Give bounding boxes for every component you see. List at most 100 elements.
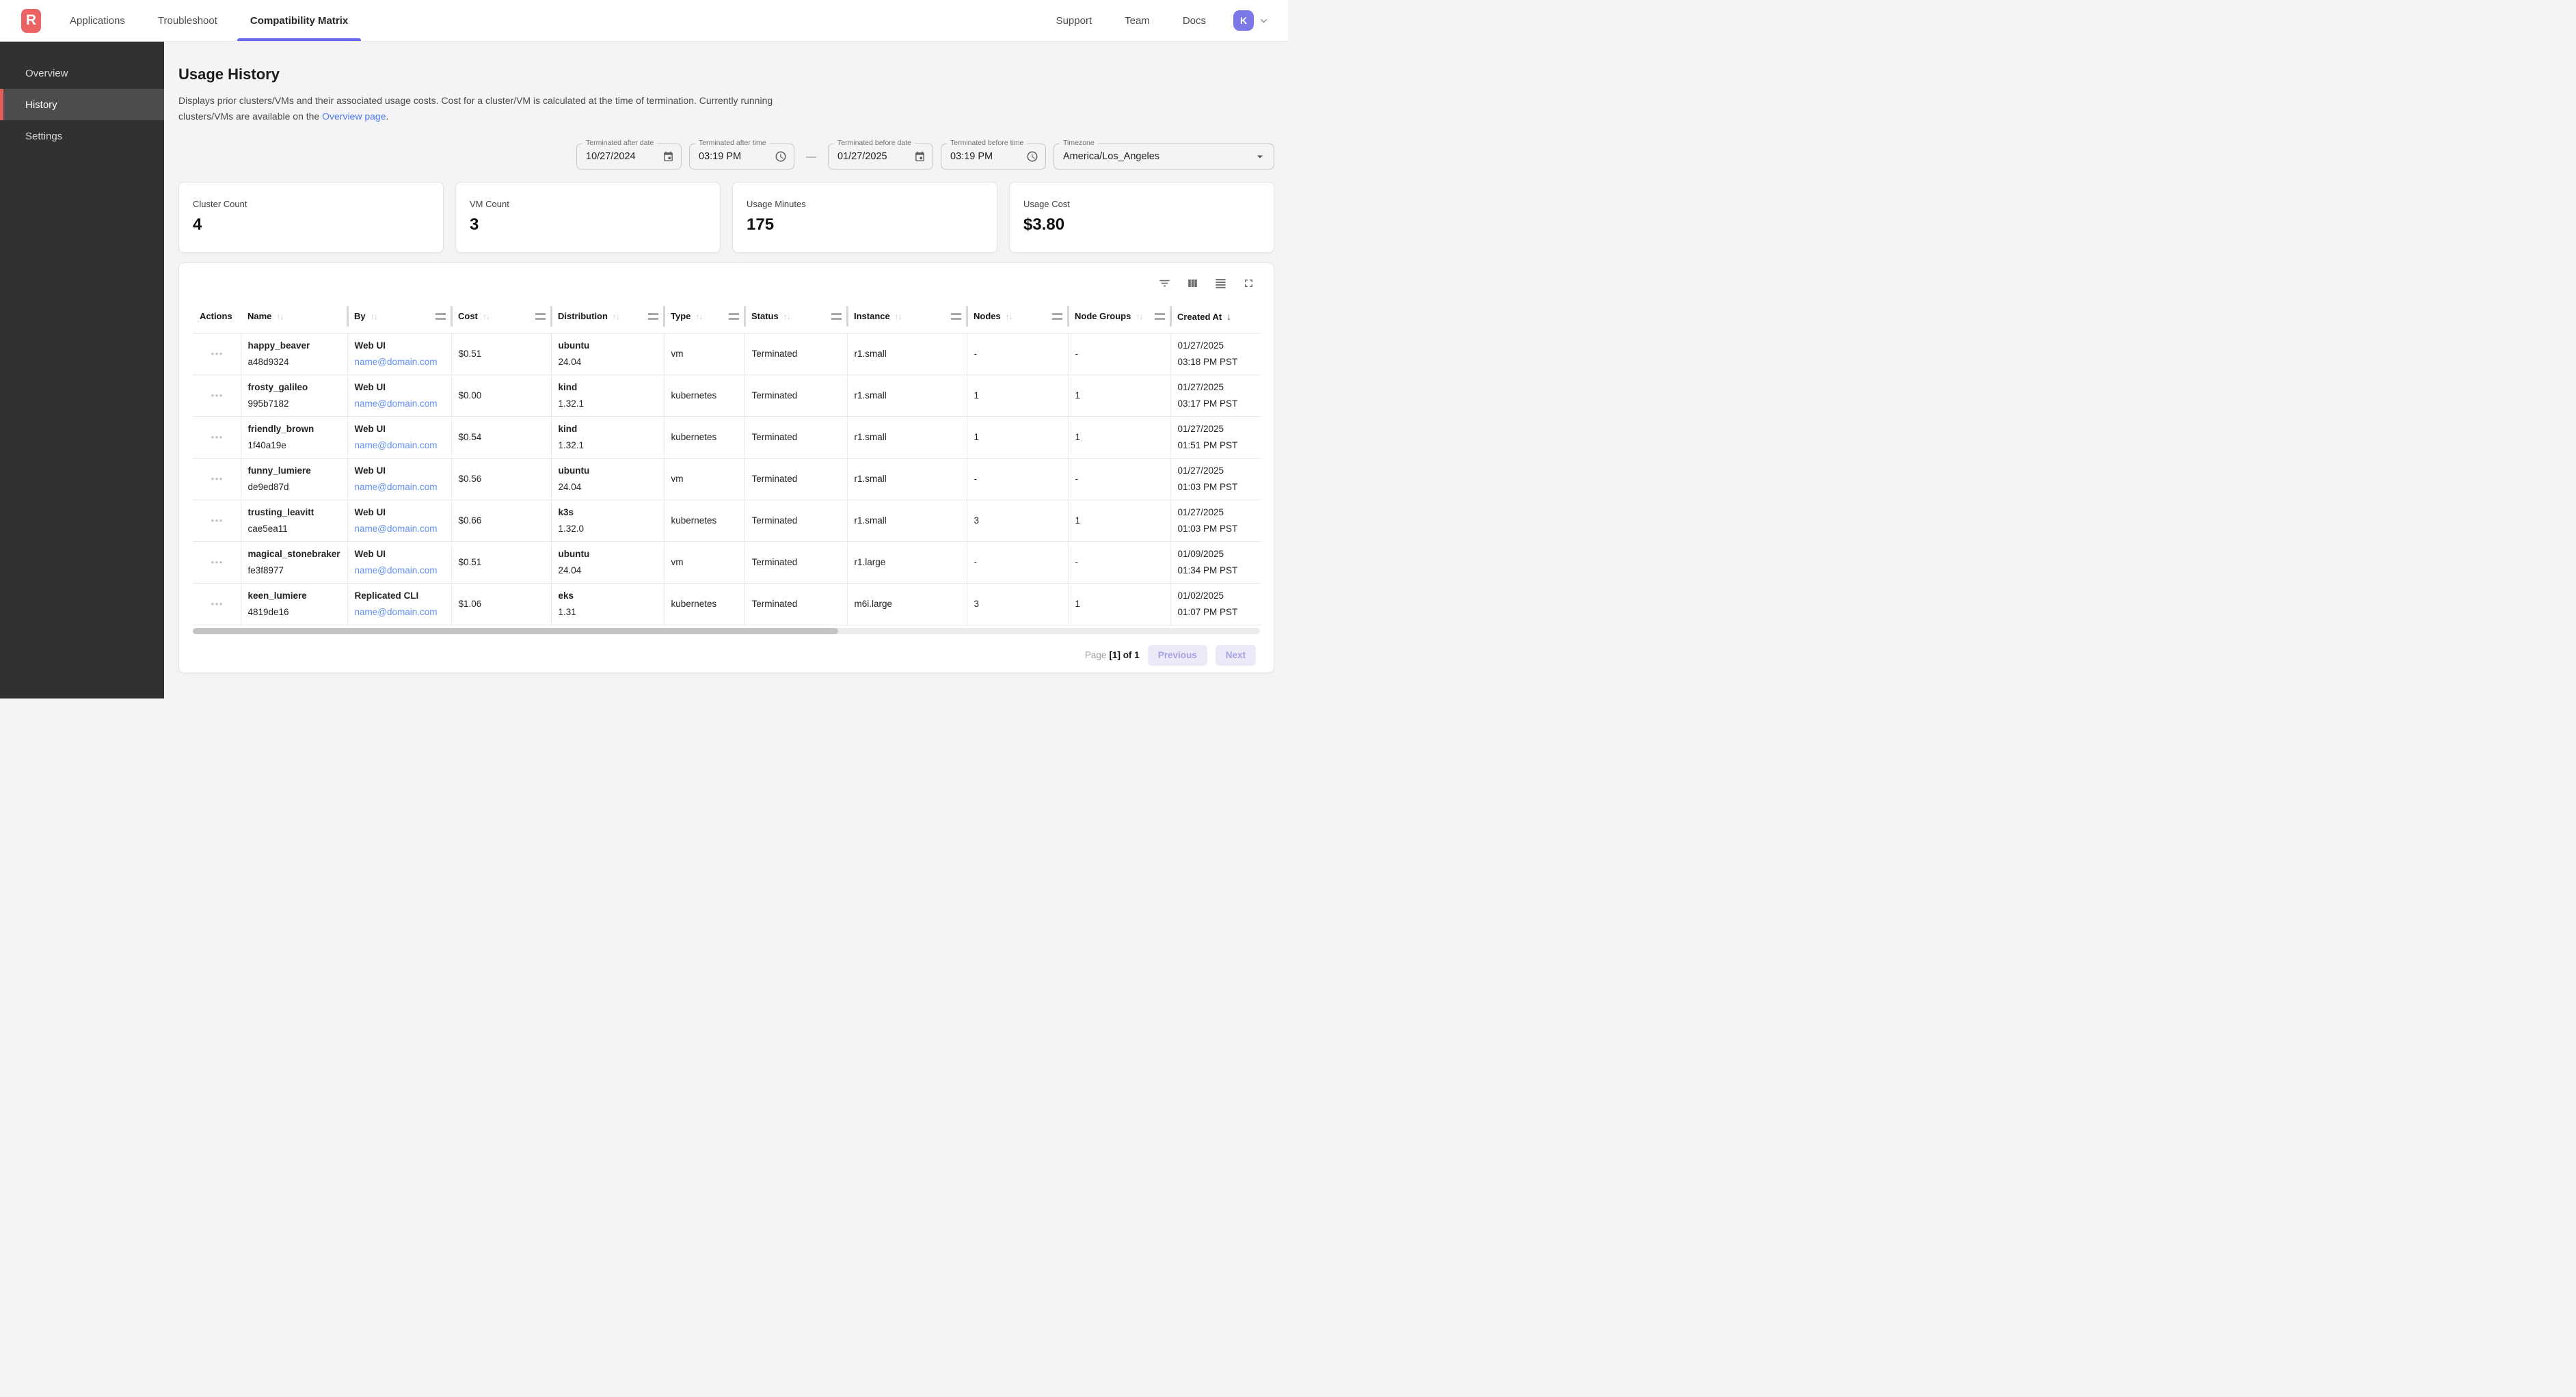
- nav-item-team[interactable]: Team: [1108, 0, 1166, 41]
- columns-icon[interactable]: [1186, 277, 1199, 290]
- column-resize-handle[interactable]: [1052, 313, 1062, 320]
- sort-icons[interactable]: ↑↓: [371, 312, 377, 321]
- nav-item-troubleshoot[interactable]: Troubleshoot: [142, 0, 234, 41]
- cell-line-2: cae5ea11: [248, 523, 342, 534]
- nav-item-docs[interactable]: Docs: [1166, 0, 1222, 41]
- cell-type: kubernetes: [664, 583, 744, 625]
- column-header-by[interactable]: By↑↓: [347, 300, 451, 333]
- row-actions-menu-icon[interactable]: •••: [200, 349, 235, 359]
- cell-node_groups: 1: [1068, 500, 1170, 541]
- row-actions-menu-icon[interactable]: •••: [200, 432, 235, 442]
- sort-desc-icon[interactable]: ↓: [1226, 311, 1231, 322]
- clock-icon[interactable]: [1026, 150, 1038, 163]
- calendar-icon[interactable]: [914, 151, 926, 163]
- sort-icons[interactable]: ↑↓: [483, 312, 489, 321]
- sort-icons[interactable]: ↑↓: [783, 312, 790, 321]
- column-resize-handle[interactable]: [435, 313, 446, 320]
- email-link[interactable]: name@domain.com: [355, 481, 446, 493]
- cell-line-1: 01/27/2025: [1178, 465, 1257, 476]
- sort-icons[interactable]: ↑↓: [276, 312, 283, 321]
- email-link[interactable]: name@domain.com: [355, 398, 446, 409]
- column-resize-handle[interactable]: [648, 313, 658, 320]
- cell-distribution: eks1.31: [551, 583, 664, 625]
- column-label: Actions: [200, 311, 232, 321]
- top-nav: R ApplicationsTroubleshootCompatibility …: [0, 0, 1288, 42]
- cell-status: Terminated: [744, 416, 847, 458]
- column-label: Instance: [854, 311, 890, 321]
- email-link[interactable]: name@domain.com: [355, 606, 446, 618]
- sidebar-item-overview[interactable]: Overview: [0, 57, 164, 89]
- filter-icon[interactable]: [1158, 277, 1171, 290]
- row-actions-menu-icon[interactable]: •••: [200, 557, 235, 567]
- cell-by: Web UIname@domain.com: [347, 416, 451, 458]
- email-link[interactable]: name@domain.com: [355, 439, 446, 451]
- email-link[interactable]: name@domain.com: [355, 523, 446, 534]
- cell-node_groups: 1: [1068, 375, 1170, 416]
- nav-item-compatibility-matrix[interactable]: Compatibility Matrix: [234, 0, 364, 41]
- nav-item-applications[interactable]: Applications: [53, 0, 142, 41]
- cell-type: kubernetes: [664, 500, 744, 541]
- sort-icons[interactable]: ↑↓: [1006, 312, 1012, 321]
- clock-icon[interactable]: [775, 150, 787, 163]
- stat-card-usage-minutes: Usage Minutes175: [732, 182, 997, 253]
- nav-item-support[interactable]: Support: [1040, 0, 1109, 41]
- column-header-created_at[interactable]: Created At↓: [1170, 300, 1261, 333]
- timezone-select[interactable]: Timezone America/Los_Angeles: [1054, 144, 1274, 169]
- cell-line-2: 03:17 PM PST: [1178, 398, 1257, 409]
- column-resize-handle[interactable]: [951, 313, 961, 320]
- column-header-name[interactable]: Name↑↓: [241, 300, 347, 333]
- dropdown-arrow-icon[interactable]: [1253, 150, 1267, 163]
- chevron-down-icon[interactable]: [1257, 14, 1270, 27]
- column-header-distribution[interactable]: Distribution↑↓: [551, 300, 664, 333]
- sidebar-item-settings[interactable]: Settings: [0, 120, 164, 152]
- column-header-nodes[interactable]: Nodes↑↓: [967, 300, 1068, 333]
- column-header-type[interactable]: Type↑↓: [664, 300, 744, 333]
- row-actions-menu-icon[interactable]: •••: [200, 599, 235, 609]
- column-resize-handle[interactable]: [1155, 313, 1165, 320]
- column-header-status[interactable]: Status↑↓: [744, 300, 847, 333]
- column-resize-handle[interactable]: [535, 313, 546, 320]
- row-actions-menu-icon[interactable]: •••: [200, 515, 235, 526]
- cell-line-1: k3s: [559, 506, 658, 518]
- table-row: •••trusting_leavittcae5ea11Web UIname@do…: [193, 500, 1261, 541]
- cell-created_at: 01/02/202501:07 PM PST: [1170, 583, 1261, 625]
- column-header-node_groups[interactable]: Node Groups↑↓: [1068, 300, 1170, 333]
- user-avatar[interactable]: K: [1233, 10, 1254, 31]
- table-row: •••funny_lumierede9ed87dWeb UIname@domai…: [193, 458, 1261, 500]
- cell-line-1: friendly_brown: [248, 423, 342, 435]
- sort-icons[interactable]: ↑↓: [1136, 312, 1142, 321]
- column-resize-handle[interactable]: [729, 313, 739, 320]
- row-actions-menu-icon[interactable]: •••: [200, 474, 235, 484]
- column-header-instance[interactable]: Instance ↑↓: [847, 300, 967, 333]
- table-row: •••happy_beavera48d9324Web UIname@domain…: [193, 333, 1261, 375]
- cell-created_at: 01/09/202501:34 PM PST: [1170, 541, 1261, 583]
- terminated-after-time-field[interactable]: Terminated after time 03:19 PM: [689, 144, 794, 169]
- column-resize-handle[interactable]: [831, 313, 842, 320]
- row-actions-menu-icon[interactable]: •••: [200, 390, 235, 401]
- cell-line-2: 995b7182: [248, 398, 342, 409]
- scrollbar-thumb[interactable]: [193, 628, 838, 634]
- cell-line-1: 01/09/2025: [1178, 548, 1257, 560]
- next-button[interactable]: Next: [1216, 645, 1256, 666]
- sort-icons[interactable]: ↑↓: [695, 312, 702, 321]
- terminated-before-time-field[interactable]: Terminated before time 03:19 PM: [941, 144, 1046, 169]
- previous-button[interactable]: Previous: [1148, 645, 1207, 666]
- app-logo[interactable]: R: [21, 9, 41, 33]
- cell-actions: •••: [193, 500, 241, 541]
- cell-cost: $1.06: [451, 583, 551, 625]
- cell-node_groups: -: [1068, 333, 1170, 375]
- density-icon[interactable]: [1214, 277, 1227, 290]
- stat-card-usage-cost: Usage Cost$3.80: [1009, 182, 1274, 253]
- cell-instance: r1.small: [847, 333, 967, 375]
- terminated-before-date-field[interactable]: Terminated before date 01/27/2025: [828, 144, 933, 169]
- terminated-after-date-field[interactable]: Terminated after date 10/27/2024: [576, 144, 682, 169]
- overview-page-link[interactable]: Overview page: [322, 111, 386, 122]
- fullscreen-icon[interactable]: [1242, 277, 1255, 290]
- sort-icons[interactable]: ↑↓: [613, 312, 619, 321]
- email-link[interactable]: name@domain.com: [355, 565, 446, 576]
- sort-icons[interactable]: ↑↓: [895, 312, 902, 321]
- calendar-icon[interactable]: [662, 151, 674, 163]
- column-header-cost[interactable]: Cost↑↓: [451, 300, 551, 333]
- email-link[interactable]: name@domain.com: [355, 356, 446, 368]
- sidebar-item-history[interactable]: History: [0, 89, 164, 120]
